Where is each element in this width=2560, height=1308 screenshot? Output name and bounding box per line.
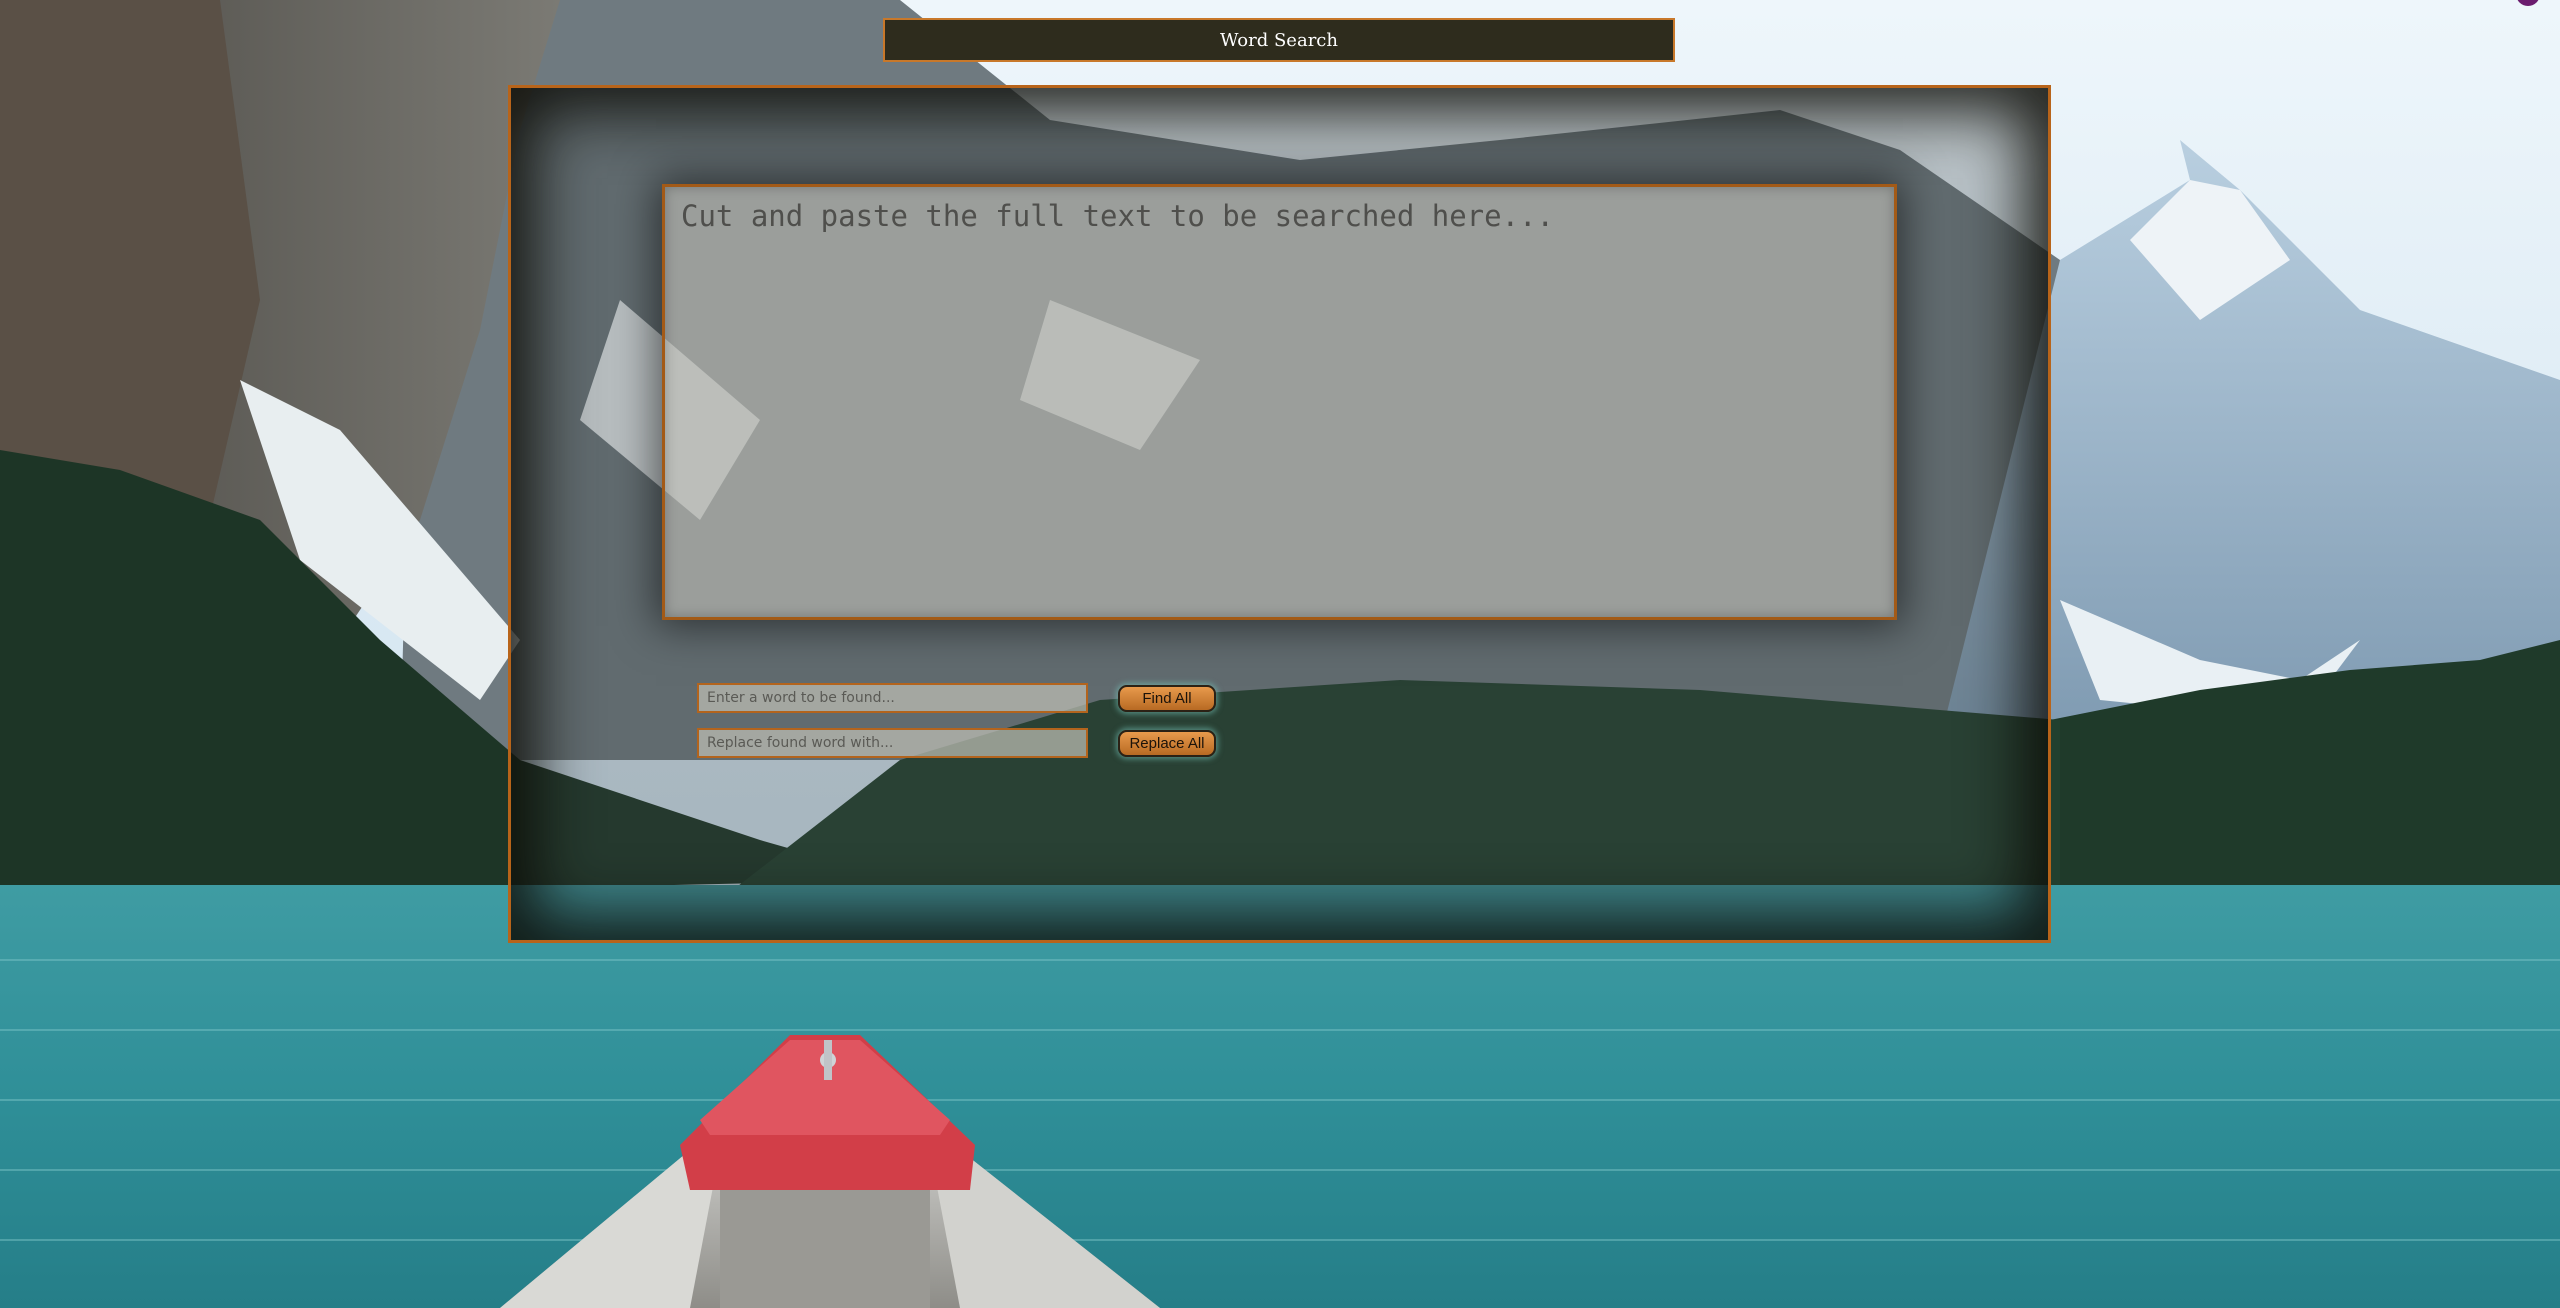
- find-all-button[interactable]: Find All: [1118, 685, 1216, 712]
- search-text-area[interactable]: [662, 184, 1897, 620]
- page-title: Word Search: [883, 18, 1675, 62]
- replace-word-input[interactable]: [697, 728, 1088, 758]
- replace-all-button[interactable]: Replace All: [1118, 730, 1216, 757]
- find-word-input[interactable]: [697, 683, 1088, 713]
- main-panel: Find All Replace All: [508, 85, 2051, 943]
